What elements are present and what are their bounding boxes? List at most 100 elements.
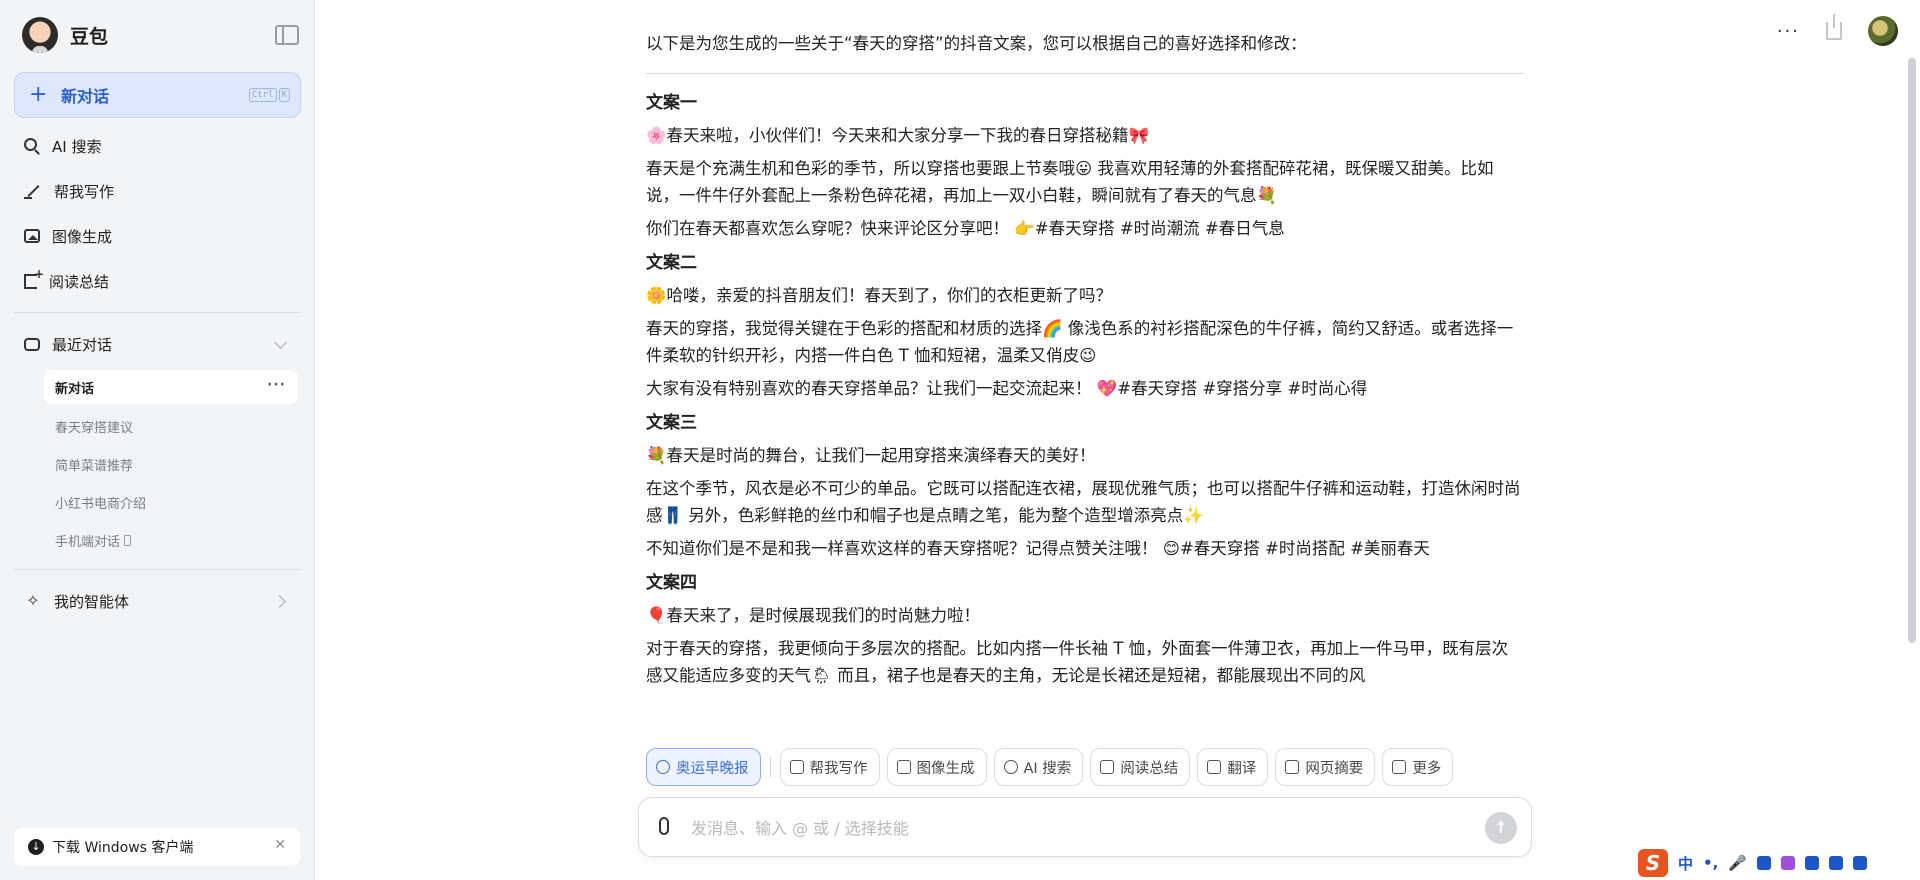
brand[interactable]: 豆包 — [22, 16, 108, 54]
grid-icon — [1392, 760, 1407, 774]
section-title: 文案三 — [646, 413, 697, 433]
chip-translate[interactable]: 翻译 — [1197, 748, 1269, 786]
translate-icon — [1207, 760, 1222, 774]
history-label: 简单菜谱推荐 — [55, 458, 134, 474]
divider — [646, 73, 1524, 74]
history-label: 新对话 — [55, 381, 95, 397]
skill-chips: 奥运早晚报 帮我写作 图像生成 AI 搜索 阅读总结 翻译 网页摘要 更多 — [646, 748, 1454, 786]
history-label: 小红书电商介绍 — [55, 496, 147, 512]
message-paragraph: 不知道你们是不是和我一样喜欢这样的春天穿搭呢？记得点赞关注哦！ 😊#春天穿搭 #… — [646, 539, 1430, 558]
chip-more[interactable]: 更多 — [1382, 748, 1454, 786]
message-paragraph: 对于春天的穿搭，我更倾向于多层次的搭配。比如内搭一件长袖 T 恤，外面套一件薄卫… — [646, 639, 1509, 685]
message-composer: ↑ — [638, 797, 1532, 857]
attachment-icon[interactable] — [659, 817, 669, 835]
image-icon — [24, 229, 40, 243]
download-client-banner[interactable]: ↓ 下载 Windows 客户端 ✕ — [14, 828, 300, 866]
new-chat-button[interactable]: + 新对话 Ctrl K — [14, 72, 301, 118]
settings-icon[interactable] — [1853, 856, 1867, 870]
message-paragraph: 🌼哈喽，亲爱的抖音朋友们！春天到了，你们的衣柜更新了吗？ — [646, 286, 1113, 305]
more-menu-icon[interactable]: ··· — [1777, 21, 1800, 42]
nav-image-gen[interactable]: 图像生成 — [24, 221, 112, 251]
user-avatar[interactable] — [1868, 16, 1898, 46]
chevron-right-icon[interactable] — [273, 595, 286, 608]
chat-bubble-icon — [24, 334, 40, 351]
more-options-icon[interactable]: ··· — [267, 377, 286, 393]
chip-olympics-report[interactable]: 奥运早晚报 — [646, 748, 761, 786]
history-label: 春天穿搭建议 — [55, 420, 134, 436]
recent-label: 最近对话 — [52, 335, 113, 354]
message-paragraph: 🌸春天来啦，小伙伴们！今天来和大家分享一下我的春日穿搭秘籍🎀 — [646, 126, 1150, 145]
sparkle-icon: ✧ — [26, 591, 40, 610]
nav-read-summary[interactable]: 阅读总结 — [24, 266, 109, 296]
message-paragraph: 💐春天是时尚的舞台，让我们一起用穿搭来演绎春天的美好！ — [646, 446, 1096, 465]
history-item[interactable]: 春天穿搭建议 — [44, 411, 133, 441]
chip-writing[interactable]: 帮我写作 — [779, 748, 880, 786]
divider — [14, 312, 301, 313]
chat-main: ··· 以下是为您生成的一些关于“春天的穿搭”的抖音文案，您可以根据自己的喜好选… — [316, 0, 1920, 880]
microphone-icon[interactable]: 🎤 — [1728, 854, 1747, 872]
chip-label: AI 搜索 — [1023, 760, 1072, 777]
nav-label: AI 搜索 — [52, 137, 102, 156]
sidebar-collapse-icon[interactable] — [275, 25, 299, 45]
chip-webpage-summary[interactable]: 网页摘要 — [1275, 748, 1376, 786]
pen-icon — [24, 182, 42, 200]
chip-read-summary[interactable]: 阅读总结 — [1090, 748, 1191, 786]
ai-search-icon — [24, 138, 37, 151]
keyboard-icon[interactable] — [1757, 856, 1771, 870]
history-item[interactable]: 小红书电商介绍 — [44, 487, 146, 517]
content-fade — [626, 700, 1546, 740]
close-icon[interactable]: ✕ — [274, 837, 286, 853]
nav-ai-search[interactable]: AI 搜索 — [24, 131, 101, 161]
nav-label: 阅读总结 — [49, 272, 110, 291]
agents-label: 我的智能体 — [54, 592, 130, 611]
sidebar: 豆包 + 新对话 Ctrl K AI 搜索 帮我写作 图像生成 阅读总结 最近对… — [0, 0, 315, 880]
medal-icon — [656, 760, 670, 774]
history-item-active[interactable]: 新对话 ··· — [44, 370, 298, 404]
section-title: 文案二 — [646, 253, 697, 273]
scrollbar[interactable] — [1908, 58, 1916, 643]
ime-logo[interactable]: S — [1638, 849, 1668, 877]
ime-mode[interactable]: 中 — [1678, 853, 1693, 874]
send-button[interactable]: ↑ — [1485, 812, 1517, 844]
download-label: 下载 Windows 客户端 — [52, 840, 194, 856]
emoji-icon[interactable] — [1805, 856, 1819, 870]
history-item[interactable]: 简单菜谱推荐 — [44, 449, 133, 479]
chip-label: 帮我写作 — [809, 760, 868, 777]
message-input[interactable] — [691, 812, 1451, 844]
message-paragraph: 春天的穿搭，我觉得关键在于色彩的搭配和材质的选择🌈 像浅色系的衬衫搭配深色的牛仔… — [646, 319, 1514, 365]
history-item[interactable]: 手机端对话 — [44, 525, 132, 555]
brand-name: 豆包 — [70, 25, 109, 48]
ime-punctuation[interactable]: •, — [1703, 854, 1718, 872]
recent-chats-header[interactable]: 最近对话 — [24, 329, 112, 359]
shortcut-key: Ctrl — [248, 88, 277, 102]
pen-icon — [789, 760, 804, 774]
chip-image-gen[interactable]: 图像生成 — [886, 748, 987, 786]
nav-label: 图像生成 — [52, 227, 113, 246]
nav-writing[interactable]: 帮我写作 — [24, 176, 114, 206]
divider — [14, 569, 301, 570]
skin-icon[interactable] — [1781, 856, 1795, 870]
doubao-avatar — [22, 17, 58, 53]
history-label: 手机端对话 — [55, 534, 121, 550]
shortcut-key: K — [278, 88, 290, 102]
chip-label: 图像生成 — [916, 760, 975, 777]
chip-label: 更多 — [1412, 760, 1442, 777]
chevron-down-icon[interactable] — [274, 336, 287, 349]
image-icon — [896, 760, 911, 774]
share-icon[interactable] — [1826, 14, 1842, 40]
chip-ai-search[interactable]: AI 搜索 — [993, 748, 1084, 786]
my-agents[interactable]: ✧ 我的智能体 — [24, 586, 129, 616]
message-paragraph: 在这个季节，风衣是必不可少的单品。它既可以搭配连衣裙，展现优雅气质；也可以搭配牛… — [646, 479, 1521, 525]
message-paragraph: 你们在春天都喜欢怎么穿呢？快来评论区分享吧！ 👉#春天穿搭 #时尚潮流 #春日气… — [646, 219, 1285, 238]
chip-label: 阅读总结 — [1120, 760, 1179, 777]
message-paragraph: 🎈春天来了，是时候展现我们的时尚魅力啦！ — [646, 606, 981, 625]
chip-label: 奥运早晚报 — [676, 760, 749, 777]
assistant-message: 以下是为您生成的一些关于“春天的穿搭”的抖音文案，您可以根据自己的喜好选择和修改… — [646, 30, 1524, 695]
plus-icon: + — [29, 82, 48, 107]
read-summary-icon — [1100, 760, 1115, 774]
message-paragraph: 大家有没有特别喜欢的春天穿搭单品？让我们一起交流起来！ 💖#春天穿搭 #穿搭分享… — [646, 379, 1368, 398]
section-title: 文案一 — [646, 93, 697, 113]
webpage-icon — [1285, 760, 1300, 774]
download-icon: ↓ — [28, 839, 44, 855]
toolbox-icon[interactable] — [1829, 856, 1843, 870]
